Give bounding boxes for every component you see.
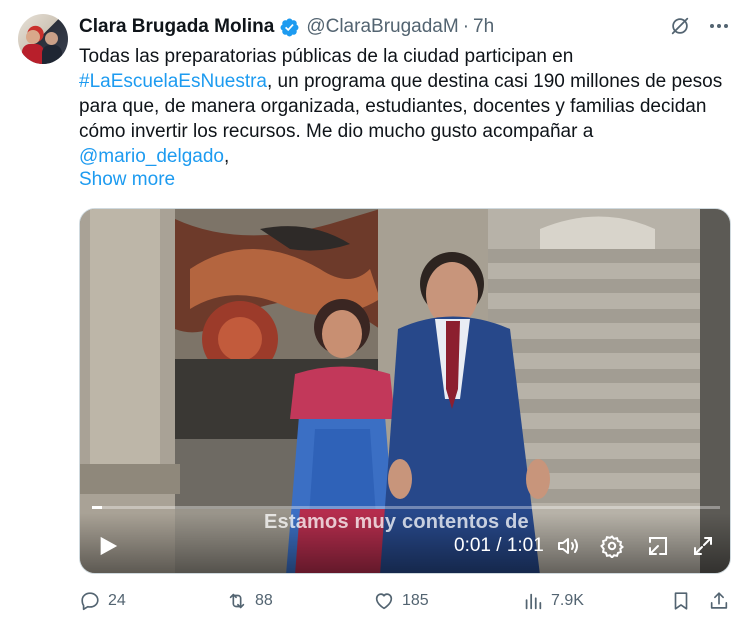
post-time[interactable]: 7h <box>473 16 494 38</box>
show-more-link[interactable]: Show more <box>79 169 175 191</box>
avatar-figure <box>26 30 40 44</box>
author-handle[interactable]: @ClaraBrugadaM <box>306 16 458 38</box>
post-text: Todas las preparatorias públicas de la c… <box>79 44 739 169</box>
views-button[interactable]: 7.9K <box>522 590 584 612</box>
grok-icon[interactable] <box>669 15 691 37</box>
bookmark-button[interactable] <box>670 590 692 612</box>
post-text-fragment: , un programa que destina casi 190 millo… <box>267 71 723 92</box>
video-progress-fill <box>92 506 103 509</box>
share-icon <box>710 592 728 609</box>
avatar-figure <box>42 45 62 64</box>
more-icon[interactable] <box>707 14 731 38</box>
like-count: 185 <box>402 592 429 609</box>
reply-button[interactable]: 24 <box>79 590 126 612</box>
bookmark-icon <box>674 592 688 610</box>
repost-button[interactable]: 88 <box>226 590 273 612</box>
like-icon <box>375 593 393 610</box>
post-header: Clara Brugada Molina @ClaraBrugadaM · 7h <box>79 14 494 40</box>
verified-badge-icon <box>280 18 299 36</box>
like-button[interactable]: 185 <box>373 590 429 612</box>
mention-link[interactable]: @mario_delgado <box>79 146 224 167</box>
post-text-line: cómo invertir los recursos. Me dio mucho… <box>79 121 594 142</box>
video-progress-bar[interactable] <box>92 506 720 509</box>
post-text-line: @mario_delgado, <box>79 144 739 169</box>
repost-count: 88 <box>255 592 273 609</box>
separator: · <box>462 16 470 37</box>
settings-icon[interactable] <box>600 534 624 558</box>
play-icon[interactable] <box>97 534 119 558</box>
share-button[interactable] <box>708 590 730 612</box>
volume-icon[interactable] <box>556 534 580 558</box>
avatar-figure <box>22 44 44 64</box>
views-count: 7.9K <box>551 592 584 609</box>
video-caption: Estamos muy contentos de <box>264 511 529 533</box>
reply-count: 24 <box>108 592 126 609</box>
avatar[interactable] <box>18 14 68 64</box>
video-time: 0:01 / 1:01 <box>454 535 544 556</box>
post-text-fragment: , <box>224 146 230 167</box>
author-name[interactable]: Clara Brugada Molina <box>79 16 274 38</box>
video-player[interactable]: Estamos muy contentos de 0:01 / 1:01 <box>79 208 731 574</box>
reply-icon <box>81 592 99 611</box>
post-text-line: Todas las preparatorias públicas de la c… <box>79 46 574 67</box>
post-text-line: #LaEscuelaEsNuestra, un programa que des… <box>79 69 739 94</box>
retweet-icon <box>229 593 245 609</box>
picture-in-picture-icon[interactable] <box>646 534 670 558</box>
views-icon <box>525 593 542 610</box>
avatar-figure <box>45 32 58 45</box>
fullscreen-icon[interactable] <box>691 534 715 558</box>
post-top-actions <box>669 14 731 38</box>
hashtag-link[interactable]: #LaEscuelaEsNuestra <box>79 71 267 92</box>
post-actions: 24 88 185 7.9K <box>79 590 739 618</box>
post-text-line: para que, de manera organizada, estudian… <box>79 96 707 117</box>
